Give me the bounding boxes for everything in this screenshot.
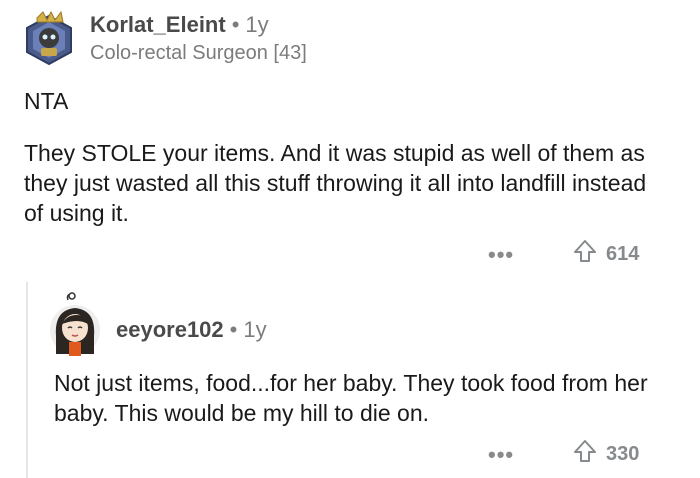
vote-score: 330 (606, 442, 640, 465)
username-link[interactable]: eeyore102 (116, 317, 224, 342)
upvote-arrow-icon[interactable] (572, 238, 598, 270)
comment-age: 1y (243, 317, 267, 342)
username-link[interactable]: Korlat_Eleint (90, 12, 226, 37)
upvote-arrow-icon[interactable] (572, 438, 598, 470)
vote-control: 330 (572, 438, 639, 470)
comment-age: 1y (245, 12, 269, 37)
thread-line[interactable] (26, 282, 28, 478)
more-options-button[interactable]: ••• (488, 244, 514, 266)
vote-control: 614 (572, 238, 639, 270)
comment-paragraph: They STOLE your items. And it was stupid… (24, 140, 647, 226)
more-options-button[interactable]: ••• (488, 444, 514, 466)
more-horizontal-icon: ••• (488, 442, 515, 467)
more-horizontal-icon: ••• (488, 242, 515, 267)
user-flair: Colo-rectal Surgeon [43] (90, 42, 307, 64)
user-avatar[interactable] (23, 10, 75, 68)
user-avatar[interactable] (48, 292, 102, 358)
comment-paragraph: Not just items, food...for her baby. The… (54, 370, 648, 426)
separator-dot: • (229, 317, 238, 342)
comment-author-line: eeyore102 • 1y (116, 317, 267, 343)
vote-score: 614 (606, 242, 640, 265)
comment-author-line: Korlat_Eleint • 1y (90, 12, 269, 38)
separator-dot: • (231, 12, 240, 37)
comment-paragraph: NTA (24, 88, 69, 114)
